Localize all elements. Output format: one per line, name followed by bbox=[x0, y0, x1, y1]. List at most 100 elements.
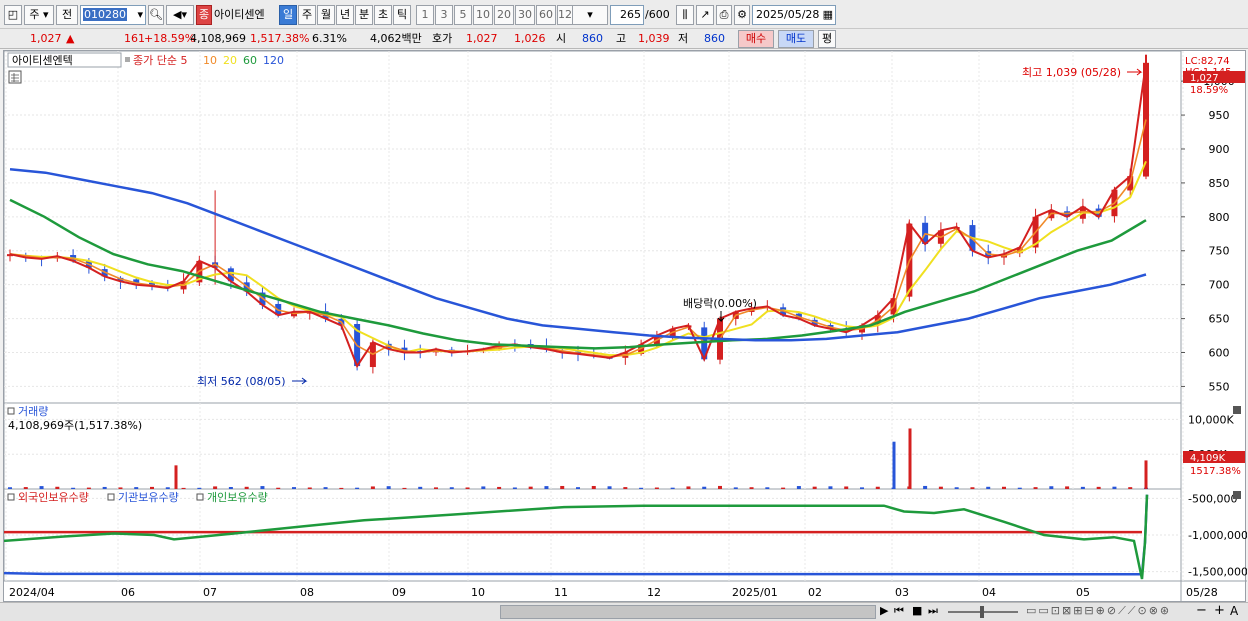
chart-area[interactable]: 아이티센엔텍 종가 단순 5 10 20 60 120 최고 1,039 (05/28)… bbox=[3, 50, 1248, 603]
volume-bar bbox=[102, 486, 107, 489]
volume-spike-bar bbox=[892, 441, 896, 489]
zoom-in-icon[interactable]: + bbox=[1214, 603, 1225, 618]
holdings-legend: 외국인보유수량 기관보유수량 개인보유수량 bbox=[7, 491, 268, 504]
price-tick-label: 850 bbox=[1209, 177, 1230, 190]
price-tick-label: 950 bbox=[1209, 109, 1230, 122]
scroll-next-icon[interactable]: ▶ bbox=[880, 604, 888, 617]
volume-last-pct: 1517.38% bbox=[1190, 466, 1241, 477]
prev-button[interactable]: 전 bbox=[56, 5, 78, 25]
holdings-panel-close-icon[interactable] bbox=[1233, 491, 1241, 499]
period-tab-3[interactable]: 년 bbox=[336, 5, 354, 25]
x-axis-label: 11 bbox=[554, 586, 568, 599]
volume-bar bbox=[213, 486, 218, 489]
volume-bar bbox=[260, 486, 265, 489]
volume-spike-bar bbox=[174, 465, 178, 489]
holdings-legend-item[interactable]: 외국인보유수량 bbox=[18, 491, 89, 504]
x-axis-label: 10 bbox=[471, 586, 485, 599]
chart-scrollbar[interactable]: ▶ ⏮ ■ ⏭ ▭▭⊡⊠⊞⊟⊕⊘⟋⟋⊙⊗⊛ − + A bbox=[0, 602, 1248, 621]
search-icon[interactable]: 🔍︎ bbox=[148, 5, 164, 25]
interval-tab-3[interactable]: 10 bbox=[473, 5, 493, 25]
volume-bar bbox=[670, 487, 675, 489]
stock-name-tag: 아이티센엔텍 bbox=[12, 54, 73, 67]
print-icon[interactable]: ⎙ bbox=[716, 5, 732, 25]
ma-legend-item[interactable]: 20 bbox=[223, 54, 237, 67]
volume-bar bbox=[1002, 486, 1006, 489]
period-select[interactable]: 주 ▾ bbox=[24, 5, 54, 25]
zoom-slider-thumb[interactable] bbox=[980, 606, 984, 618]
cursor-icon[interactable]: ↗ bbox=[696, 5, 714, 25]
holdings-legend-item[interactable]: 기관보유수량 bbox=[118, 491, 179, 504]
legend-marker bbox=[125, 57, 130, 62]
period-tab-1[interactable]: 주 bbox=[298, 5, 316, 25]
calendar-icon[interactable]: ▦ bbox=[823, 6, 833, 24]
period-tab-4[interactable]: 분 bbox=[355, 5, 373, 25]
volume-bar bbox=[339, 487, 344, 489]
holdings-legend-item[interactable]: 개인보유수량 bbox=[207, 491, 268, 504]
price-change-pct: +18.59% bbox=[144, 32, 196, 45]
holdings-tick-label: -1,000,000 bbox=[1188, 529, 1247, 542]
stop-icon[interactable]: ■ bbox=[912, 604, 922, 617]
volume-bar bbox=[560, 485, 565, 489]
zoom-out-icon[interactable]: − bbox=[1196, 603, 1207, 618]
volume-bar bbox=[1096, 486, 1101, 489]
interval-tab-2[interactable]: 5 bbox=[454, 5, 472, 25]
volume-bar bbox=[39, 486, 44, 489]
count-input[interactable]: 265 bbox=[610, 5, 644, 25]
buy-button[interactable]: 매수 bbox=[738, 30, 774, 48]
low-annotation: 최저 562 (08/05) bbox=[197, 375, 286, 388]
price-tick-label: 750 bbox=[1209, 245, 1230, 258]
gear-icon[interactable]: ⚙ bbox=[734, 5, 750, 25]
volume-panel-close-icon[interactable] bbox=[1233, 406, 1241, 414]
last-pct-text: 18.59% bbox=[1190, 85, 1228, 96]
up-arrow-icon: ▲ bbox=[66, 32, 75, 45]
candle-icon[interactable]: ⫼ bbox=[676, 5, 694, 25]
period-tab-0[interactable]: 일 bbox=[279, 5, 297, 25]
interval-tab-4[interactable]: 20 bbox=[494, 5, 514, 25]
volume-bar bbox=[970, 487, 975, 489]
date-input[interactable]: 2025/05/28 ▦ bbox=[752, 5, 836, 25]
volume-pct: 1,517.38% bbox=[250, 32, 310, 45]
volume-value-label: 4,108,969주(1,517.38%) bbox=[8, 419, 142, 432]
holdings-tick-label: -1,500,000 bbox=[1188, 566, 1247, 579]
volume-bar bbox=[512, 487, 517, 489]
ma-legend-item[interactable]: 60 bbox=[243, 54, 257, 67]
interval-tab-6[interactable]: 60 bbox=[536, 5, 556, 25]
x-axis-labels: 2024/04 06 07 08 09 10 11 12 2025/01 02 03 04 05 05/2… bbox=[9, 586, 1218, 599]
volume-title: 거래량 bbox=[18, 405, 48, 418]
dividend-annotation: 배당락(0.00%) bbox=[683, 297, 757, 310]
eval-button[interactable]: 평 bbox=[818, 30, 836, 48]
ma-legend-item[interactable]: 10 bbox=[203, 54, 217, 67]
dropdown-blank[interactable]: ▾ bbox=[572, 5, 608, 25]
volume-bar bbox=[591, 485, 596, 489]
stock-chart-svg[interactable]: 아이티센엔텍 종가 단순 5 10 20 60 120 최고 1,039 (05/28)… bbox=[3, 50, 1248, 603]
period-tab-6[interactable]: 틱 bbox=[393, 5, 411, 25]
holdings-legend-marker bbox=[7, 493, 15, 501]
volume-bar bbox=[449, 487, 454, 489]
volume-bar bbox=[402, 487, 407, 489]
price-change: 161 bbox=[124, 32, 145, 45]
fast-forward-icon[interactable]: ⏭ bbox=[928, 604, 938, 618]
high-label: 고 bbox=[616, 32, 627, 45]
volume-bar bbox=[749, 487, 754, 489]
period-tab-5[interactable]: 초 bbox=[374, 5, 392, 25]
interval-tab-1[interactable]: 3 bbox=[435, 5, 453, 25]
rewind-icon[interactable]: ⏮ bbox=[894, 604, 904, 618]
ma-legend-item[interactable]: 120 bbox=[263, 54, 284, 67]
ma-legend-item[interactable]: 종가 단순 5 bbox=[133, 54, 187, 67]
volume-bar bbox=[844, 486, 849, 489]
drawing-tools-icons[interactable]: ▭▭⊡⊠⊞⊟⊕⊘⟋⟋⊙⊗⊛ bbox=[1026, 604, 1171, 618]
volume-bar bbox=[986, 486, 991, 489]
interval-tab-5[interactable]: 30 bbox=[515, 5, 535, 25]
stock-code-input[interactable]: 010280 ▾ bbox=[80, 5, 146, 25]
speaker-icon[interactable]: ◀▾ bbox=[166, 5, 194, 25]
window-icon[interactable]: ◰ bbox=[4, 5, 22, 25]
price-tick-label: 600 bbox=[1209, 347, 1230, 360]
scroll-thumb[interactable] bbox=[500, 605, 876, 619]
interval-tab-0[interactable]: 1 bbox=[416, 5, 434, 25]
font-size-icon[interactable]: A bbox=[1230, 604, 1238, 618]
period-tab-2[interactable]: 월 bbox=[317, 5, 335, 25]
stock-name[interactable]: 아이티센엔 bbox=[213, 5, 277, 25]
volume-bar bbox=[875, 486, 880, 489]
chevron-down-icon[interactable]: ▾ bbox=[137, 6, 143, 24]
sell-button[interactable]: 매도 bbox=[778, 30, 814, 48]
